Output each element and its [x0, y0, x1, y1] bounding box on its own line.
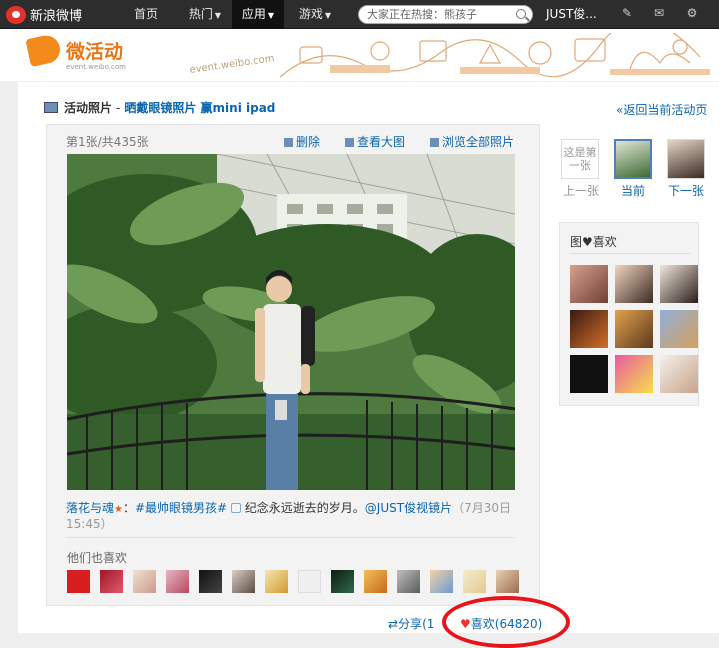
- mention-link[interactable]: @JUST俊视镜片: [365, 501, 452, 515]
- gallery-icon: [430, 138, 439, 147]
- logo-text: 新浪微博: [30, 9, 83, 24]
- breadcrumb-separator: -: [116, 100, 121, 115]
- liker-avatar[interactable]: [660, 310, 698, 348]
- event-brand[interactable]: 微活动 event.weibo.com: [25, 32, 126, 71]
- chevron-down-icon: ▼: [214, 11, 222, 20]
- caption-colon: ：: [122, 501, 135, 515]
- search-icon[interactable]: [516, 9, 526, 19]
- author-link[interactable]: 落花与魂: [66, 501, 114, 515]
- trash-icon: [284, 138, 293, 147]
- avatar[interactable]: [133, 570, 156, 593]
- gear-icon[interactable]: ⚙: [686, 7, 698, 19]
- nav-hot[interactable]: 热门 ▼: [180, 0, 230, 29]
- back-to-event-link[interactable]: «返回当前活动页: [616, 101, 707, 118]
- prev-photo-thumb[interactable]: 这是第一张: [561, 139, 599, 179]
- top-navigation-bar: 新浪微博 首页 热门 ▼ 应用 ▼ 游戏 ▼ 大家正在热搜：熊孩子 JUST俊... …: [0, 0, 719, 29]
- search-input[interactable]: 大家正在热搜：熊孩子: [358, 5, 533, 24]
- like-panel-title: 图♥喜欢: [570, 235, 617, 249]
- liker-avatar[interactable]: [660, 265, 698, 303]
- current-photo-thumb[interactable]: [614, 139, 652, 179]
- next-label[interactable]: 下一张: [668, 182, 704, 199]
- chevron-down-icon: ▼: [267, 11, 275, 20]
- avatar[interactable]: [298, 570, 321, 593]
- brand-subtitle: event.weibo.com: [66, 63, 126, 71]
- prev-label[interactable]: 上一张: [563, 182, 599, 199]
- weibo-eye-icon: [6, 5, 26, 24]
- avatar[interactable]: [67, 570, 90, 593]
- chevron-down-icon: ▼: [324, 11, 332, 20]
- divider: [66, 537, 516, 538]
- caption-text: 纪念永远逝去的岁月。: [244, 501, 365, 515]
- liker-avatar[interactable]: [570, 310, 608, 348]
- liker-avatar[interactable]: [615, 310, 653, 348]
- avatar[interactable]: [397, 570, 420, 593]
- liker-avatar[interactable]: [615, 265, 653, 303]
- search-placeholder: 大家正在热搜：熊孩子: [367, 8, 477, 21]
- share-icon: ⇄: [388, 617, 399, 631]
- brand-title: 微活动: [66, 40, 124, 63]
- megaphone-icon: [25, 32, 63, 68]
- photo-caption: 落花与魂★：#最帅眼镜男孩# 纪念永远逝去的岁月。@JUST俊视镜片（7月30日…: [66, 501, 516, 532]
- liker-avatar[interactable]: [570, 265, 608, 303]
- star-badge-icon: ★: [114, 504, 123, 515]
- delete-button[interactable]: 删除: [284, 133, 320, 150]
- avatar[interactable]: [463, 570, 486, 593]
- mail-icon[interactable]: ✉: [653, 7, 665, 19]
- highlight-annotation-ring: [442, 596, 570, 648]
- liker-avatar[interactable]: [615, 355, 653, 393]
- view-large-button[interactable]: 查看大图: [345, 133, 405, 150]
- current-label: 当前: [621, 184, 646, 198]
- avatar[interactable]: [166, 570, 189, 593]
- liker-avatar[interactable]: [570, 355, 608, 393]
- compose-icon[interactable]: ✎: [621, 7, 633, 19]
- banner-doodle-decoration: event.weibo.com: [189, 33, 710, 78]
- nav-apps[interactable]: 应用 ▼: [232, 0, 284, 29]
- avatar[interactable]: [265, 570, 288, 593]
- emoticon-icon: [230, 503, 241, 513]
- browse-all-button[interactable]: 浏览全部照片: [430, 133, 514, 150]
- also-like-label: 他们也喜欢: [67, 551, 128, 565]
- breadcrumb: 活动照片 - 晒戴眼镜照片 赢mini ipad: [44, 99, 275, 116]
- user-menu[interactable]: JUST俊...: [546, 0, 597, 28]
- divider: [570, 253, 690, 254]
- main-photo[interactable]: [67, 154, 515, 490]
- hashtag-link[interactable]: #最帅眼镜男孩#: [135, 501, 227, 515]
- avatar[interactable]: [199, 570, 222, 593]
- nav-home[interactable]: 首页: [123, 0, 169, 29]
- avatar[interactable]: [100, 570, 123, 593]
- liker-avatar[interactable]: [660, 355, 698, 393]
- nav-games[interactable]: 游戏 ▼: [290, 0, 340, 29]
- event-title-link[interactable]: 晒戴眼镜照片 赢mini ipad: [124, 99, 275, 116]
- avatar[interactable]: [430, 570, 453, 593]
- share-button[interactable]: ⇄分享(1: [388, 615, 434, 632]
- next-photo-thumb[interactable]: [667, 139, 705, 179]
- photo-count: 第1张/共435张: [66, 135, 149, 149]
- breadcrumb-section: 活动照片: [64, 101, 113, 115]
- avatar[interactable]: [331, 570, 354, 593]
- photo-album-icon: [44, 102, 58, 113]
- first-photo-placeholder: 这是第一张: [563, 146, 597, 172]
- zoom-icon: [345, 138, 354, 147]
- avatar[interactable]: [364, 570, 387, 593]
- weibo-logo[interactable]: 新浪微博: [6, 4, 82, 25]
- avatar[interactable]: [496, 570, 519, 593]
- banner-deco-text: event.weibo.com: [189, 53, 275, 76]
- avatar[interactable]: [232, 570, 255, 593]
